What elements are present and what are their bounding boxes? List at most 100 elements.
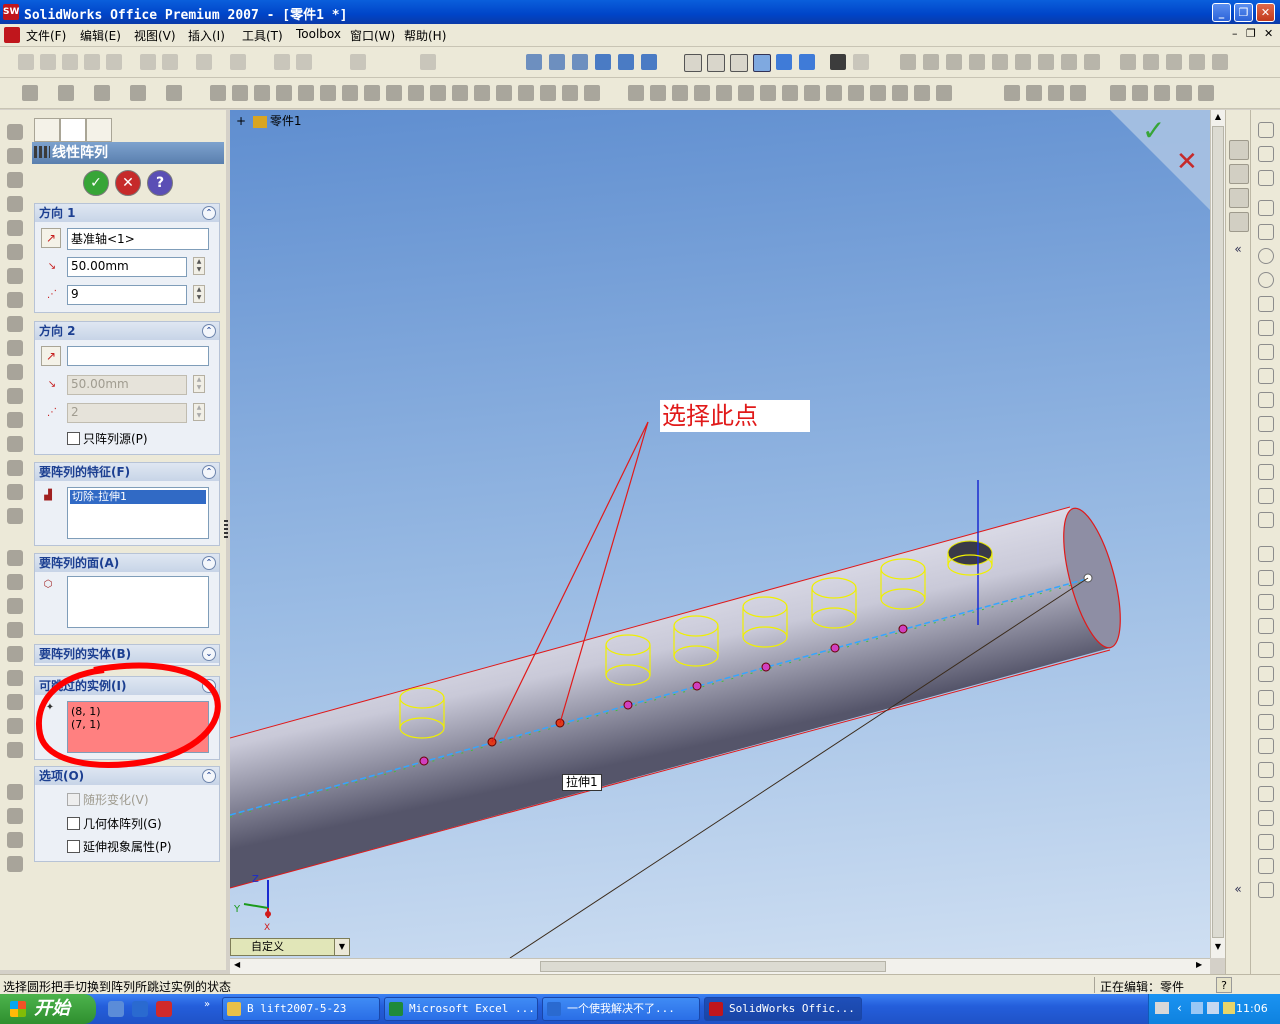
menu-edit[interactable]: 编辑(E)	[80, 27, 121, 44]
point-tool-icon[interactable]	[1258, 488, 1274, 504]
sweep-strip-icon[interactable]	[7, 220, 23, 236]
graphics-area[interactable]: + 零件1 ✓ ✕ Z Y X 选择此点 拉伸1 自定义 ▼	[230, 110, 1210, 958]
delete-face-icon[interactable]	[848, 85, 864, 101]
configuration-manager-tab[interactable]	[86, 118, 112, 142]
zoom-in-out-icon[interactable]	[572, 54, 588, 70]
scale-icon[interactable]	[386, 85, 402, 101]
undo-icon[interactable]	[196, 54, 212, 70]
section-properties-icon[interactable]	[992, 54, 1008, 70]
close-button[interactable]: ✕	[1256, 3, 1275, 22]
keyboard-icon[interactable]	[1155, 1002, 1169, 1014]
features-list-item[interactable]: 切除-拉伸1	[70, 490, 206, 504]
table-pattern-strip-icon[interactable]	[7, 856, 23, 872]
split-entity-icon[interactable]	[1258, 786, 1274, 802]
centerline-icon[interactable]	[1258, 440, 1274, 456]
quick-launch-ie-icon[interactable]	[132, 1001, 148, 1017]
linear-pattern-strip-icon[interactable]	[7, 784, 23, 800]
tray-expand-icon[interactable]: ‹	[1177, 1001, 1182, 1015]
hole-wizard-icon[interactable]	[342, 85, 358, 101]
dimension-icon[interactable]	[1258, 170, 1274, 186]
dome-icon[interactable]	[298, 85, 314, 101]
tray-app-icon[interactable]	[1223, 1002, 1235, 1014]
knit-surface-icon[interactable]	[760, 85, 776, 101]
minimize-button[interactable]: _	[1212, 3, 1231, 22]
geometry-pattern-checkbox[interactable]	[67, 817, 80, 830]
perimeter-circle-icon[interactable]	[1258, 272, 1274, 288]
home-icon[interactable]	[1229, 140, 1249, 160]
direction2-reference-field[interactable]	[67, 346, 209, 366]
rib-strip-icon[interactable]	[7, 316, 23, 332]
pan-icon[interactable]	[618, 54, 634, 70]
record-icon[interactable]	[1154, 85, 1170, 101]
horizontal-scrollbar[interactable]: ◀ ▶	[230, 958, 1210, 975]
menu-insert[interactable]: 插入(I)	[188, 27, 225, 44]
extrude-icon[interactable]	[7, 124, 23, 140]
quick-snaps-icon[interactable]	[1258, 858, 1274, 874]
intersect-strip-icon[interactable]	[7, 742, 23, 758]
sketch-pattern-icon[interactable]	[562, 85, 578, 101]
circle-icon[interactable]	[1258, 248, 1274, 264]
hidden-lines-visible-icon[interactable]	[707, 54, 725, 72]
pattern-sketch-icon[interactable]	[1258, 594, 1274, 610]
revolve-boss-icon[interactable]	[58, 85, 74, 101]
circular-pattern-icon[interactable]	[892, 85, 908, 101]
features-header[interactable]: 要阵列的特征(F) ⌃	[35, 463, 219, 481]
move-entity-icon[interactable]	[1258, 642, 1274, 658]
cut-revolve-icon[interactable]	[7, 196, 23, 212]
axis-strip-icon[interactable]	[7, 574, 23, 590]
fill-pattern-icon[interactable]	[936, 85, 952, 101]
offset-surface-icon[interactable]	[716, 85, 732, 101]
zoom-area-icon[interactable]	[549, 54, 565, 70]
split-line-icon[interactable]	[518, 85, 534, 101]
deform-icon[interactable]	[452, 85, 468, 101]
spline-icon[interactable]	[1258, 464, 1274, 480]
chevron-down-icon[interactable]: ▼	[334, 939, 349, 955]
scroll-left-icon[interactable]: ◀	[234, 960, 240, 969]
redo-icon[interactable]	[230, 54, 246, 70]
taskbar-browser[interactable]: 一个使我解决不了...	[542, 997, 700, 1021]
macro-new-icon[interactable]	[1176, 85, 1192, 101]
direction1-count-field[interactable]: 9	[67, 285, 187, 305]
curves-icon[interactable]	[923, 54, 939, 70]
extend-surface-icon[interactable]	[804, 85, 820, 101]
surface-sweep-icon[interactable]	[672, 85, 688, 101]
menu-tools[interactable]: 工具(T)	[242, 27, 283, 44]
copy-entity-icon[interactable]	[1258, 690, 1274, 706]
plane-strip-icon[interactable]	[7, 550, 23, 566]
expand-pane-icon[interactable]: «	[1229, 882, 1247, 900]
feature-manager-tab[interactable]	[34, 118, 60, 142]
sw-logo-icon[interactable]: SW	[3, 4, 19, 20]
line-tool-icon[interactable]	[1258, 200, 1274, 216]
relation-icon[interactable]	[1258, 810, 1274, 826]
open-icon[interactable]	[40, 54, 56, 70]
curve-pattern-strip-icon[interactable]	[7, 832, 23, 848]
file-explorer-icon[interactable]	[1229, 188, 1249, 208]
rectangle-icon[interactable]	[1258, 224, 1274, 240]
start-button[interactable]: 开始	[0, 994, 96, 1024]
chamfer-strip-icon[interactable]	[7, 292, 23, 308]
relations-icon[interactable]	[1212, 54, 1228, 70]
linear-pattern-icon[interactable]	[870, 85, 886, 101]
text-icon[interactable]	[1258, 512, 1274, 528]
network-icon[interactable]	[1191, 1002, 1203, 1014]
search-icon[interactable]	[1229, 212, 1249, 232]
flex-icon[interactable]	[408, 85, 424, 101]
wireframe-icon[interactable]	[684, 54, 702, 72]
select-icon[interactable]	[274, 54, 290, 70]
stop-icon[interactable]	[1132, 85, 1148, 101]
ok-button[interactable]: ✓	[83, 170, 109, 196]
planar-surface-icon[interactable]	[738, 85, 754, 101]
sweep-icon[interactable]	[94, 85, 110, 101]
mass-properties-icon[interactable]	[969, 54, 985, 70]
features-list[interactable]: 切除-拉伸1	[67, 487, 209, 539]
count-spinner[interactable]: ▲ ▼	[193, 285, 205, 303]
menu-toolbox[interactable]: Toolbox	[296, 27, 341, 41]
rotate-icon[interactable]	[595, 54, 611, 70]
extend-icon[interactable]	[1258, 570, 1274, 586]
extrude-boss-icon[interactable]	[22, 85, 38, 101]
scroll-down-icon[interactable]: ▼	[1212, 942, 1224, 954]
options-icon[interactable]	[420, 54, 436, 70]
reverse-direction-icon[interactable]: ↗	[41, 228, 61, 248]
print-preview-icon[interactable]	[106, 54, 122, 70]
ellipse-icon[interactable]	[1258, 296, 1274, 312]
